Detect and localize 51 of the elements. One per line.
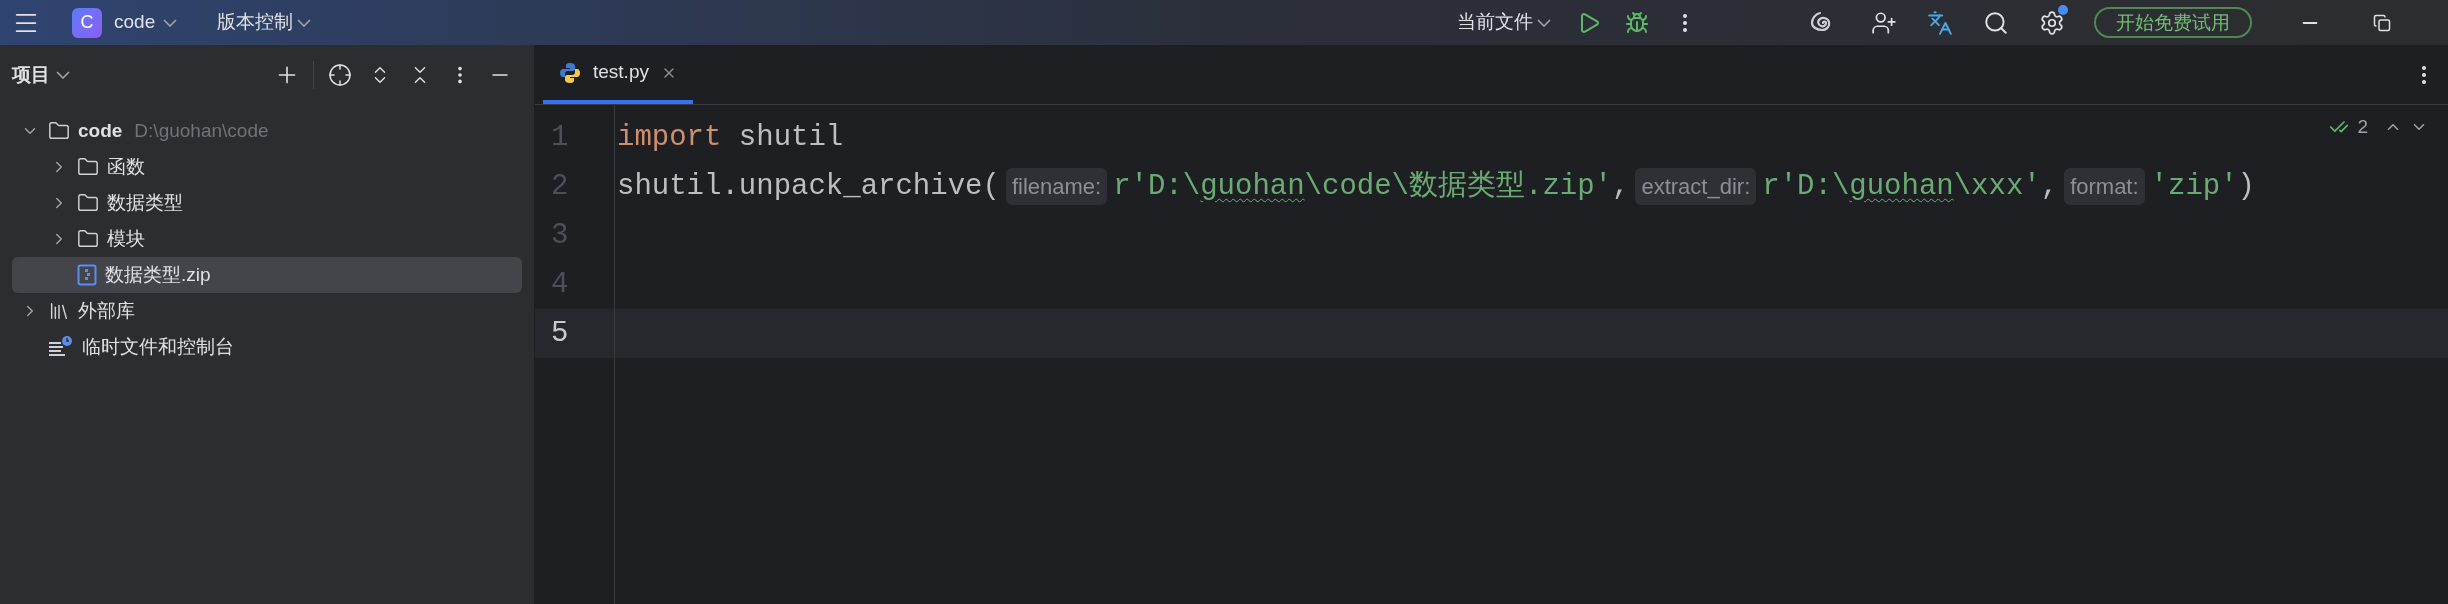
tree-item[interactable]: 函数 bbox=[12, 149, 522, 185]
library-icon bbox=[48, 300, 70, 322]
string-literal: r'D:\ bbox=[1113, 168, 1201, 205]
item-name: 数据类型 bbox=[107, 190, 183, 215]
editor-tab[interactable]: test.py bbox=[543, 45, 693, 104]
string-literal: 'zip' bbox=[2150, 168, 2238, 205]
folder-icon bbox=[48, 120, 70, 142]
python-file-icon bbox=[559, 61, 581, 84]
project-switcher[interactable]: C code bbox=[72, 7, 178, 38]
folder-icon bbox=[77, 228, 99, 250]
scratches-icon bbox=[48, 335, 74, 359]
parameter-hint: extract_dir: bbox=[1635, 168, 1757, 205]
inspection-widget[interactable]: 2 bbox=[2329, 113, 2428, 142]
chevron-down-icon bbox=[163, 18, 178, 27]
folder-icon bbox=[77, 192, 99, 214]
code-text: , bbox=[2040, 168, 2059, 205]
code-text: shutil.unpack_archive( bbox=[617, 168, 1000, 205]
chevron-down-icon bbox=[56, 71, 70, 79]
code-keyword: import bbox=[617, 119, 722, 156]
string-literal: guohan bbox=[1849, 168, 1954, 205]
code-text: ) bbox=[2237, 168, 2255, 205]
chevron-down-icon bbox=[1537, 18, 1551, 27]
parameter-hint: filename: bbox=[1005, 168, 1108, 205]
string-literal: r'D:\ bbox=[1762, 168, 1850, 205]
run-config-dropdown[interactable]: 当前文件 bbox=[1457, 8, 1551, 37]
panel-title[interactable]: 项目 bbox=[12, 60, 70, 90]
vcs-menu[interactable]: 版本控制 bbox=[217, 8, 312, 37]
item-name: 临时文件和控制台 bbox=[82, 334, 234, 359]
line-number: 5 bbox=[551, 315, 569, 352]
parameter-hint: format: bbox=[2064, 168, 2145, 205]
folder-icon bbox=[77, 156, 99, 178]
tree-item[interactable]: 模块 bbox=[12, 221, 522, 257]
item-name: 模块 bbox=[107, 226, 145, 251]
tree-item[interactable]: 数据类型 bbox=[12, 185, 522, 221]
item-name: 数据类型.zip bbox=[105, 262, 211, 287]
item-name: 函数 bbox=[107, 154, 145, 179]
tree-item[interactable]: 数据类型.zip bbox=[12, 257, 522, 293]
item-name: 外部库 bbox=[78, 298, 135, 323]
archive-file-icon bbox=[77, 264, 97, 286]
code-text: shutil bbox=[737, 119, 844, 156]
item-path: D:\guohan\code bbox=[134, 118, 269, 143]
tree-item[interactable]: 外部库 bbox=[12, 293, 522, 329]
string-literal: guohan bbox=[1200, 168, 1305, 205]
chevron-down-icon bbox=[297, 18, 312, 27]
item-name: code bbox=[78, 118, 123, 143]
tree-item[interactable]: code D:\guohan\code bbox=[12, 113, 522, 149]
string-literal: \xxx' bbox=[1953, 168, 2041, 205]
string-literal: \code\数据类型.zip' bbox=[1304, 168, 1613, 205]
trial-button[interactable]: 开始免费试用 bbox=[2094, 7, 2252, 38]
code-text: , bbox=[1612, 168, 1630, 205]
tree-item[interactable]: 临时文件和控制台 bbox=[12, 329, 522, 365]
